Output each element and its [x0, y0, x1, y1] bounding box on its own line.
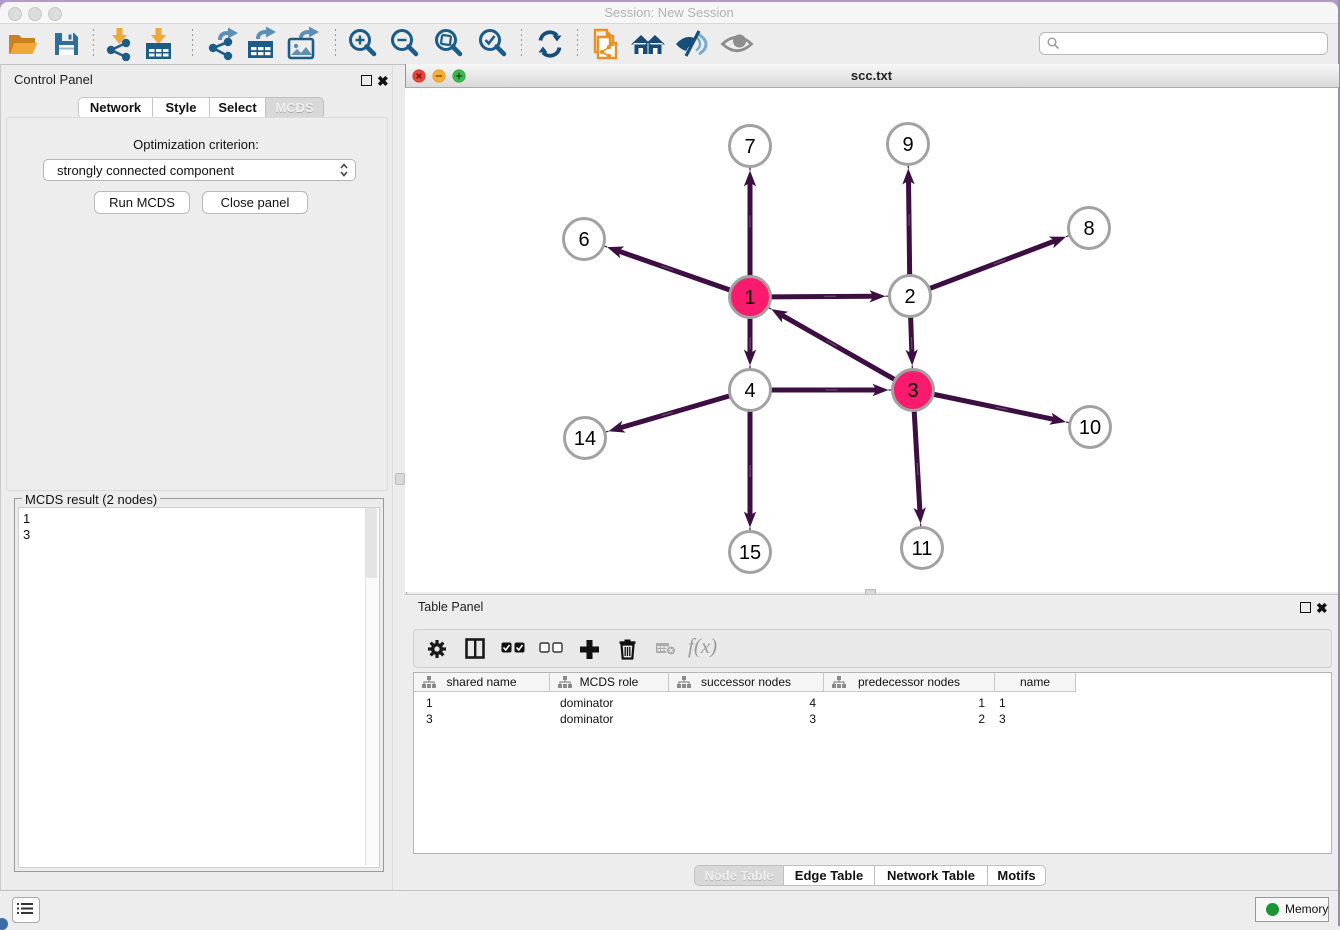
svg-text:8: 8	[1083, 218, 1094, 240]
svg-text:14: 14	[574, 428, 596, 450]
svg-text:9: 9	[902, 134, 913, 156]
svg-text:1: 1	[744, 287, 755, 309]
svg-text:2: 2	[904, 286, 915, 308]
svg-text:10: 10	[1079, 417, 1101, 439]
svg-text:15: 15	[739, 542, 761, 564]
svg-text:4: 4	[744, 380, 755, 402]
svg-text:3: 3	[907, 380, 918, 402]
svg-text:7: 7	[744, 136, 755, 158]
svg-text:6: 6	[578, 229, 589, 251]
svg-text:11: 11	[912, 538, 933, 560]
